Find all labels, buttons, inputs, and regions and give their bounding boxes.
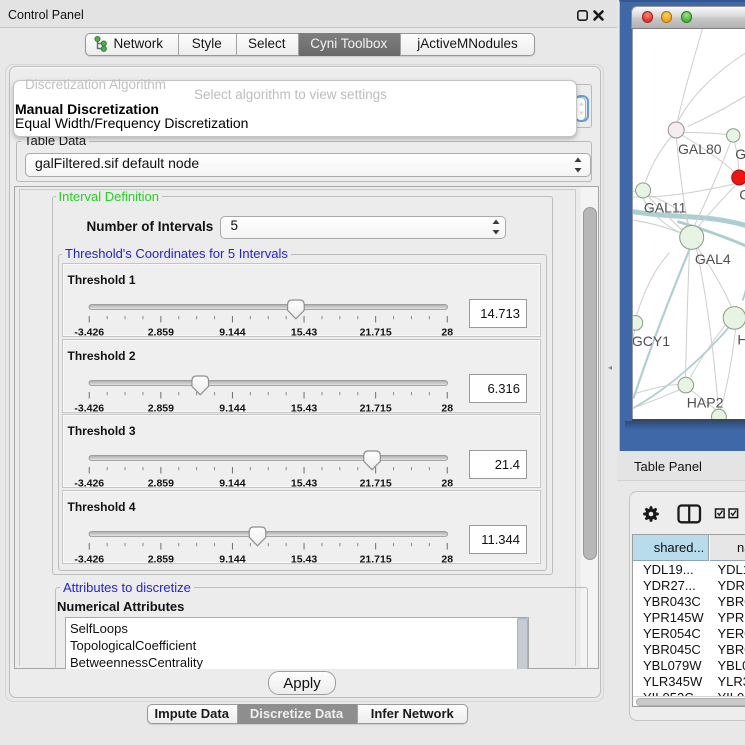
svg-text:2.859: 2.859 xyxy=(147,553,173,564)
svg-text:C: C xyxy=(739,186,745,202)
svg-text:15.43: 15.43 xyxy=(290,478,316,489)
svg-text:15.43: 15.43 xyxy=(290,553,316,564)
svg-text:2.859: 2.859 xyxy=(147,402,173,413)
svg-text:9.144: 9.144 xyxy=(219,327,245,338)
svg-text:15.43: 15.43 xyxy=(290,402,316,413)
svg-text:-3.426: -3.426 xyxy=(74,327,104,338)
svg-text:21.715: 21.715 xyxy=(359,402,391,413)
svg-text:GAL11: GAL11 xyxy=(643,199,686,215)
svg-text:-3.426: -3.426 xyxy=(74,478,104,489)
svg-text:-3.426: -3.426 xyxy=(74,402,104,413)
svg-text:21.715: 21.715 xyxy=(359,553,391,564)
svg-text:28: 28 xyxy=(441,478,453,489)
svg-text:21.715: 21.715 xyxy=(359,327,391,338)
svg-text:GCY1: GCY1 xyxy=(633,333,670,349)
svg-text:9.144: 9.144 xyxy=(219,553,245,564)
svg-text:-3.426: -3.426 xyxy=(74,553,104,564)
svg-text:H: H xyxy=(737,331,745,347)
svg-text:GAL4: GAL4 xyxy=(694,251,730,267)
svg-text:15.43: 15.43 xyxy=(290,327,316,338)
svg-text:2.859: 2.859 xyxy=(147,327,173,338)
svg-text:9.144: 9.144 xyxy=(219,478,245,489)
svg-text:28: 28 xyxy=(441,402,453,413)
svg-text:GA: GA xyxy=(735,146,745,162)
svg-text:28: 28 xyxy=(441,327,453,338)
svg-text:28: 28 xyxy=(441,553,453,564)
svg-text:GAL80: GAL80 xyxy=(678,141,722,157)
svg-text:HAP2: HAP2 xyxy=(686,394,723,410)
svg-text:9.144: 9.144 xyxy=(219,402,245,413)
svg-text:2.859: 2.859 xyxy=(147,478,173,489)
svg-text:21.715: 21.715 xyxy=(359,478,391,489)
